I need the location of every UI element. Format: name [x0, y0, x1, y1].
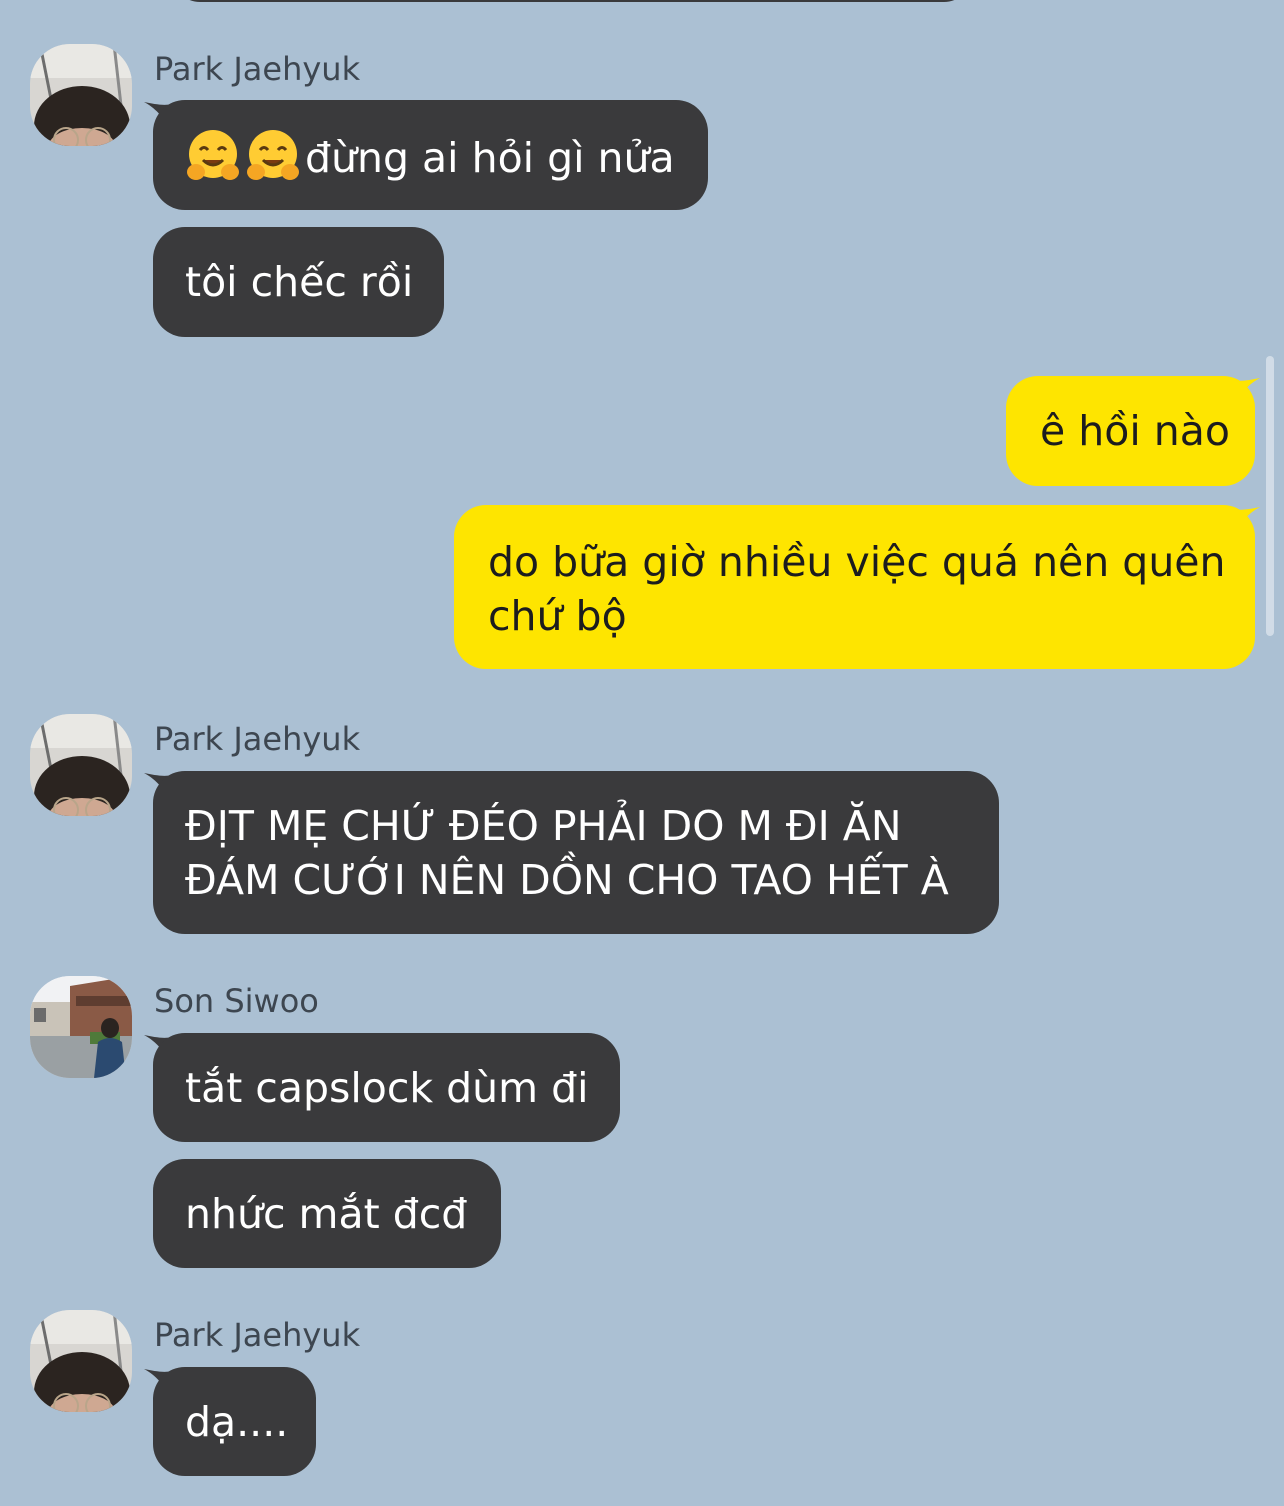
hugging-face-emoji-icon: [187, 130, 239, 180]
message-bubble-outgoing[interactable]: do bữa giờ nhiều việc quá nên quên chứ b…: [454, 505, 1255, 669]
message-text: dạ....: [185, 1398, 289, 1446]
message-text: đừng ai hỏi gì nửa: [305, 134, 675, 182]
sender-name: Park Jaehyuk: [154, 1316, 361, 1354]
message-bubble[interactable]: ĐỊT MẸ CHỨ ĐÉO PHẢI DO M ĐI ĂN ĐÁM CƯỚI …: [153, 771, 999, 934]
scrollbar[interactable]: [1266, 356, 1274, 636]
message-bubble-outgoing[interactable]: ê hồi nào: [1006, 376, 1255, 486]
avatar-park-jaehyuk[interactable]: [30, 714, 132, 816]
message-bubble[interactable]: đừng ai hỏi gì nửa: [153, 100, 708, 210]
avatar-son-siwoo[interactable]: [30, 976, 132, 1078]
message-text: tôi chếc rồi: [185, 258, 414, 306]
message-bubble[interactable]: dạ....: [153, 1367, 316, 1476]
message-text-line: ĐỊT MẸ CHỨ ĐÉO PHẢI DO M ĐI ĂN: [185, 802, 902, 850]
chat-thread[interactable]: Park Jaehyuk đừng ai hỏi gì nửa tôi chếc…: [0, 0, 1284, 1506]
sender-name: Son Siwoo: [154, 982, 319, 1020]
avatar-park-jaehyuk[interactable]: [30, 1310, 132, 1412]
sender-name: Park Jaehyuk: [154, 720, 361, 758]
message-bubble[interactable]: tôi chếc rồi: [153, 227, 444, 337]
avatar-park-jaehyuk[interactable]: [30, 44, 132, 146]
message-text-line: chứ bộ: [488, 592, 627, 640]
previous-message-bubble[interactable]: [172, 0, 972, 2]
message-text: ê hồi nào: [1040, 407, 1230, 455]
message-text: tắt capslock dùm đi: [185, 1064, 589, 1112]
message-text-line: ĐÁM CƯỚI NÊN DỒN CHO TAO HẾT À: [185, 856, 949, 904]
hugging-face-emoji-icon: [247, 130, 299, 180]
message-bubble[interactable]: tắt capslock dùm đi: [153, 1033, 620, 1142]
message-bubble[interactable]: nhức mắt đcđ: [153, 1159, 501, 1268]
message-text-line: do bữa giờ nhiều việc quá nên quên: [488, 538, 1226, 586]
message-text: nhức mắt đcđ: [185, 1190, 468, 1238]
sender-name: Park Jaehyuk: [154, 50, 361, 88]
